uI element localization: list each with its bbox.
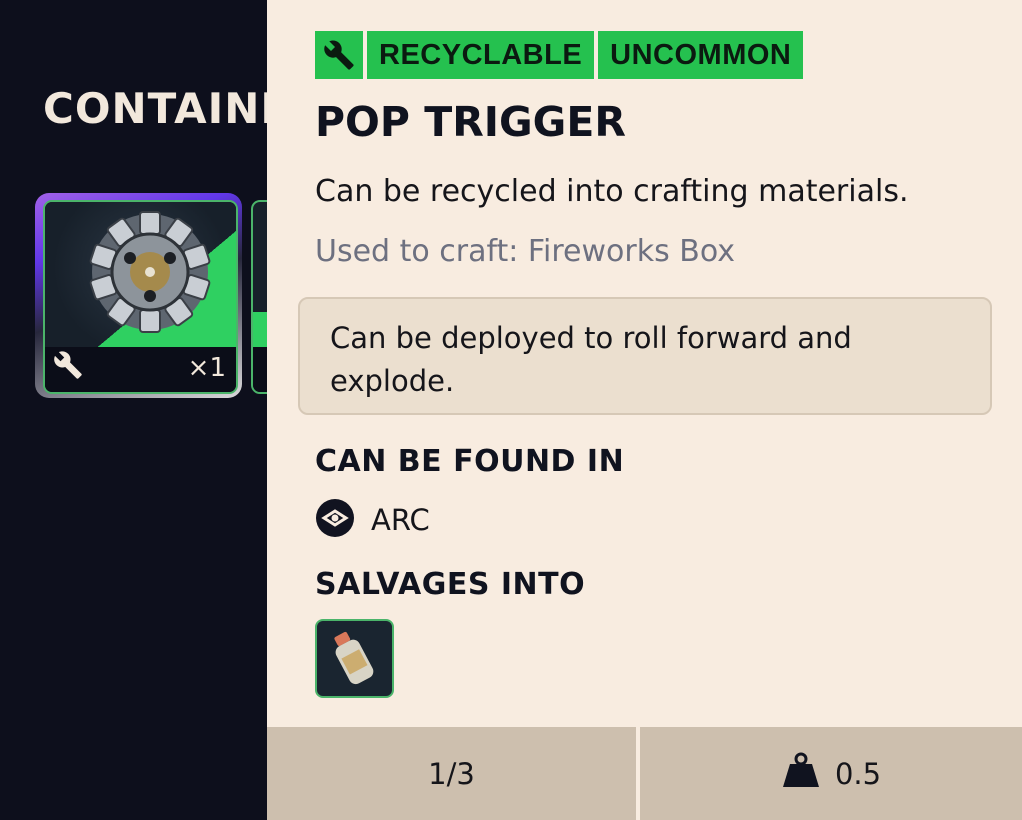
inventory-slot-pop-trigger[interactable]: ×1 <box>43 200 238 394</box>
wrench-icon <box>324 40 354 70</box>
tag-row: RECYCLABLE UNCOMMON <box>315 31 804 79</box>
item-description: Can be recycled into crafting materials. <box>315 174 909 209</box>
item-quantity: ×1 <box>187 353 226 383</box>
found-in-item: ARC <box>315 498 430 542</box>
used-to-craft: Used to craft: Fireworks Box <box>315 234 735 269</box>
flavor-text-box: Can be deployed to roll forward and expl… <box>298 297 992 415</box>
found-in-heading: CAN BE FOUND IN <box>315 444 625 479</box>
salvage-item-slot[interactable] <box>315 619 394 698</box>
salvages-into-heading: SALVAGES INTO <box>315 567 586 602</box>
bottle-icon <box>334 631 374 685</box>
page-count: 1/3 <box>428 756 475 791</box>
recyclable-tag-icon <box>315 31 363 79</box>
section-title: CONTAINI <box>43 84 277 133</box>
page-indicator: 1/3 <box>267 727 636 820</box>
weight-indicator: 0.5 <box>640 727 1022 820</box>
tag-rarity: UNCOMMON <box>598 31 804 79</box>
weight-icon <box>781 752 821 795</box>
tooltip-footer: 1/3 0.5 <box>267 727 1022 820</box>
item-tooltip: RECYCLABLE UNCOMMON POP TRIGGER Can be r… <box>267 0 1022 820</box>
slot-footer: ×1 <box>45 347 236 392</box>
arc-icon <box>315 498 355 542</box>
found-in-label: ARC <box>371 503 430 537</box>
pop-trigger-image <box>45 202 236 347</box>
wrench-icon <box>53 350 83 384</box>
flavor-text: Can be deployed to roll forward and expl… <box>330 321 852 398</box>
item-title: POP TRIGGER <box>315 98 626 146</box>
tag-recyclable: RECYCLABLE <box>367 31 595 79</box>
weight-value: 0.5 <box>834 756 882 791</box>
